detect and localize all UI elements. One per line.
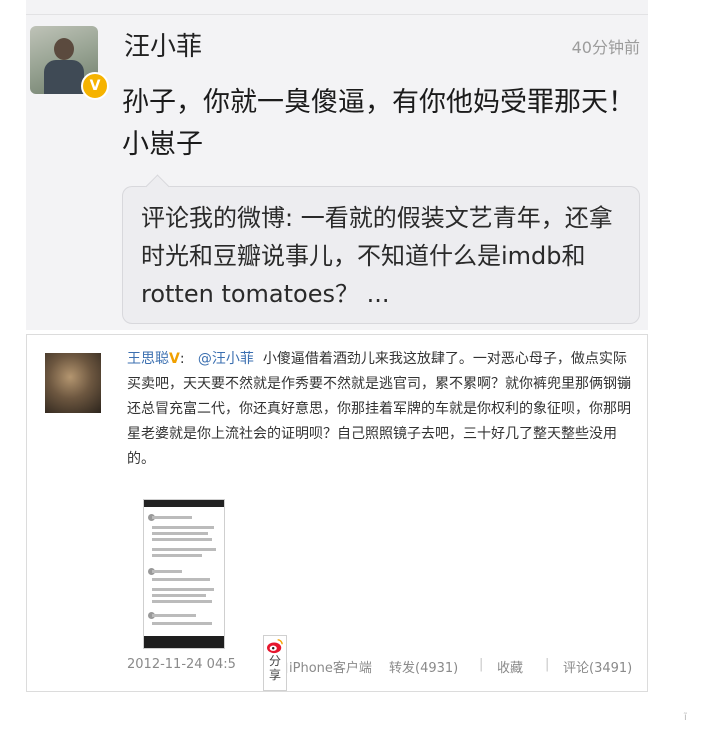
quoted-prefix: 评论我的微博: [141, 204, 301, 232]
watermark: ĩ [684, 712, 687, 723]
verified-badge-icon: V [169, 351, 180, 367]
weibo-post-bottom: 王思聪V: @汪小菲 小傻逼借着酒劲儿来我这放肆了。一对恶心母子，做点实际买卖吧… [26, 334, 648, 692]
post-timestamp[interactable]: 2012-11-24 04:5 [127, 657, 236, 672]
share-label: 分享 [268, 654, 281, 682]
share-popup[interactable]: 分享 [263, 635, 287, 691]
mention-link[interactable]: @汪小菲 [198, 351, 254, 367]
weibo-logo-icon [267, 639, 283, 654]
username-link[interactable]: 王思聪 [127, 351, 169, 367]
weibo-post-top: V 汪小菲 40分钟前 孙子，你就一臭傻逼，有你他妈受罪那天！小崽子 评论我的微… [26, 0, 648, 330]
repost-link[interactable]: 转发(4931) [389, 657, 458, 676]
divider [26, 14, 648, 15]
footer-separator: | [479, 657, 484, 672]
quote-arrow [145, 174, 170, 199]
attached-screenshot-thumbnail[interactable] [143, 499, 225, 649]
favorite-link[interactable]: 收藏 [497, 657, 523, 676]
avatar[interactable] [45, 353, 101, 413]
comment-link[interactable]: 评论(3491) [563, 657, 632, 676]
verified-badge-icon: V [81, 72, 109, 100]
footer-separator: | [545, 657, 550, 672]
post-body: 小傻逼借着酒劲儿来我这放肆了。一对恶心母子，做点实际买卖吧，天天要不然就是作秀要… [127, 351, 631, 467]
post-text: 孙子，你就一臭傻逼，有你他妈受罪那天！小崽子 [122, 87, 635, 160]
quoted-comment-text: 评论我的微博: 一看就的假装文艺青年，还拿时光和豆瓣说事儿，不知道什么是imdb… [141, 199, 631, 313]
username[interactable]: 汪小菲 [124, 26, 202, 63]
post-text: 王思聪V: @汪小菲 小傻逼借着酒劲儿来我这放肆了。一对恶心母子，做点实际买卖吧… [127, 347, 637, 472]
post-time: 40分钟前 [571, 38, 640, 57]
colon: : [179, 351, 185, 367]
quoted-comment[interactable]: 评论我的微博: 一看就的假装文艺青年，还拿时光和豆瓣说事儿，不知道什么是imdb… [122, 174, 640, 324]
